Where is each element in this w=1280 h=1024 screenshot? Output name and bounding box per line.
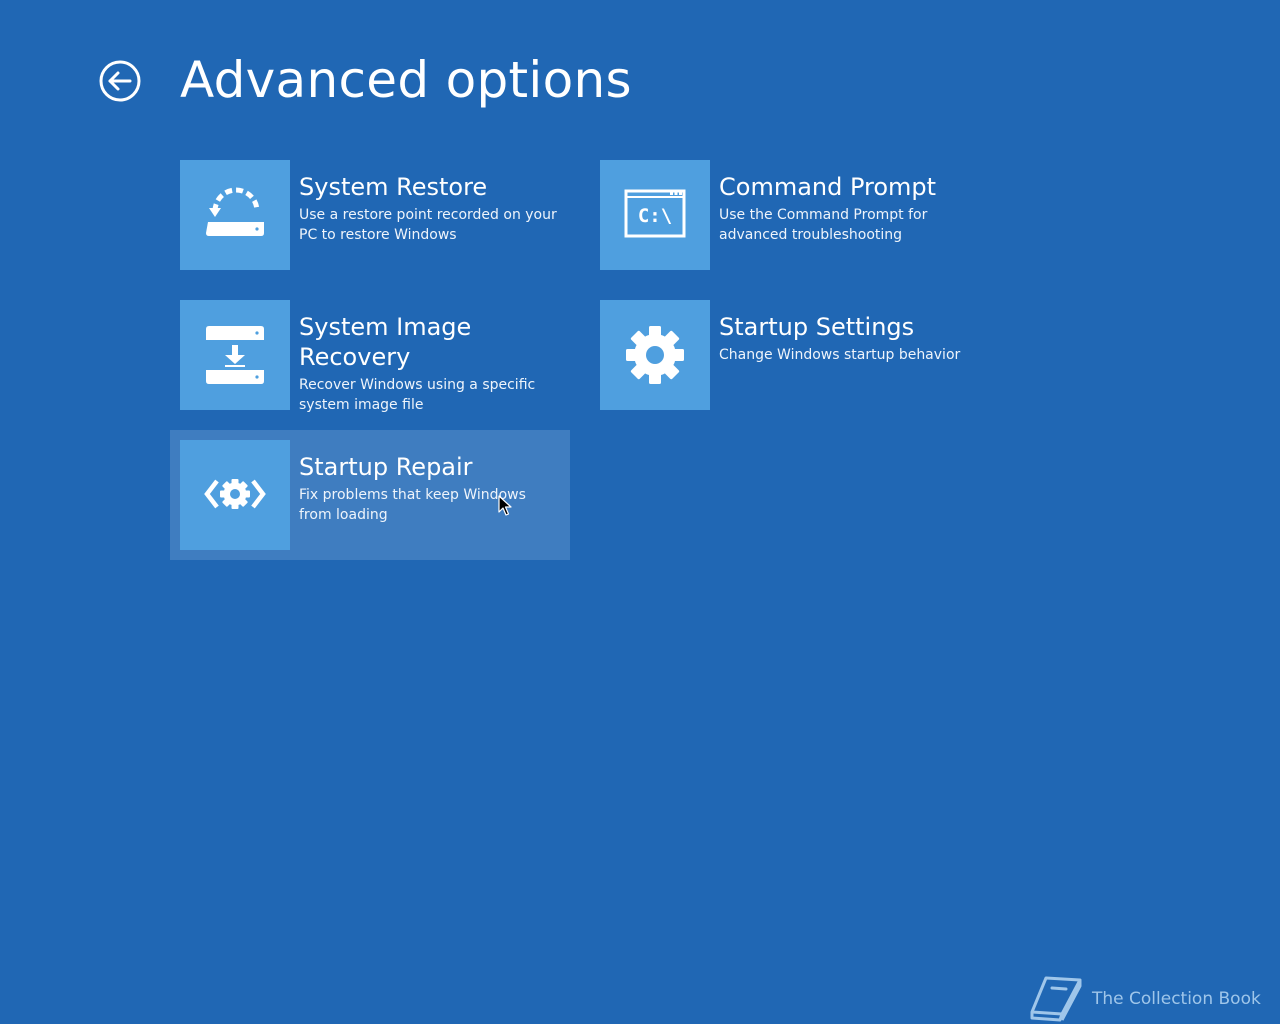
option-title: Startup Repair bbox=[299, 453, 473, 481]
book-icon bbox=[1028, 974, 1084, 1024]
back-arrow-circle-icon bbox=[99, 60, 141, 102]
option-title: System Restore bbox=[299, 173, 488, 201]
gear-icon bbox=[600, 300, 710, 410]
command-prompt-icon: C:\ bbox=[600, 160, 710, 270]
option-system-restore[interactable]: System Restore Use a restore point recor… bbox=[170, 150, 570, 280]
option-command-prompt[interactable]: C:\ Command Prompt Use the Command Promp… bbox=[590, 150, 990, 280]
startup-repair-icon bbox=[180, 440, 290, 550]
option-description: Fix problems that keep Windows from load… bbox=[299, 487, 526, 523]
option-title: Startup Settings bbox=[719, 313, 915, 341]
watermark-text: The Collection Book bbox=[1092, 989, 1261, 1009]
back-button[interactable] bbox=[98, 59, 142, 103]
system-restore-icon bbox=[180, 160, 290, 270]
option-title: System Image Recovery bbox=[299, 313, 472, 371]
option-startup-repair[interactable]: Startup Repair Fix problems that keep Wi… bbox=[170, 430, 570, 560]
option-description: Use the Command Prompt for advanced trou… bbox=[719, 207, 928, 243]
option-description: Recover Windows using a specific system … bbox=[299, 377, 536, 413]
option-system-image-recovery[interactable]: System Image Recovery Recover Windows us… bbox=[170, 290, 570, 420]
option-startup-settings[interactable]: Startup Settings Change Windows startup … bbox=[590, 290, 990, 420]
page-title: Advanced options bbox=[180, 51, 632, 109]
option-title: Command Prompt bbox=[719, 173, 937, 201]
option-description: Change Windows startup behavior bbox=[719, 347, 961, 363]
command-prompt-icon-text: C:\ bbox=[638, 205, 672, 227]
system-image-recovery-icon bbox=[180, 300, 290, 410]
option-description: Use a restore point recorded on your PC … bbox=[299, 207, 557, 243]
